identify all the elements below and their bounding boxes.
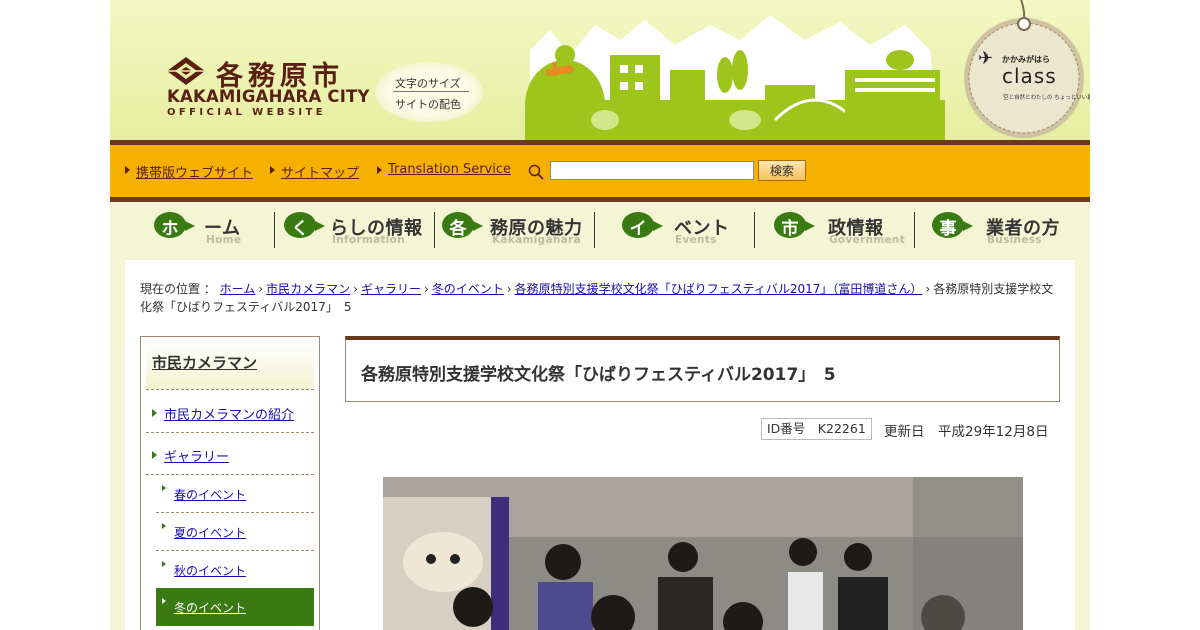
sidebar-title[interactable]: 市民カメラマン: [146, 342, 314, 390]
sidebar-item-introduction[interactable]: 市民カメラマンの紹介: [146, 391, 314, 433]
sidebar-subitem-label: 冬のイベント: [174, 601, 247, 615]
breadcrumb-separator: ›: [506, 282, 512, 296]
sidebar-subitem-spring[interactable]: 春のイベント: [156, 475, 314, 513]
divider: [393, 91, 469, 92]
nav-divider: [274, 212, 275, 248]
sitemap-link[interactable]: サイトマップ: [269, 162, 359, 181]
logo-english: KAKAMIGAHARA CITY: [167, 87, 370, 106]
nav-divider: [594, 212, 595, 248]
nav-label-en: Kakamigahara: [492, 234, 581, 246]
page-id-badge: ID番号 K22261: [761, 418, 872, 440]
breadcrumb-separator: ›: [925, 282, 931, 296]
logo-subtitle: OFFICIAL WEBSITE: [167, 107, 326, 118]
page-title-box: 各務原特別支援学校文化祭「ひばりフェスティバル2017」 5: [345, 336, 1060, 402]
breadcrumb-link-festival[interactable]: 各務原特別支援学校文化祭「ひばりフェスティバル2017」（富田博道さん）: [515, 282, 923, 296]
breadcrumb-link-citizen-photographer[interactable]: 市民カメラマン: [266, 282, 350, 296]
updated-date: 更新日 平成29年12月8日: [884, 424, 1049, 440]
nav-divider: [914, 212, 915, 248]
airplane-icon: ✈: [978, 48, 994, 69]
nav-divider: [754, 212, 755, 248]
utility-bar: 携帯版ウェブサイト サイトマップ Translation Service 検索: [110, 140, 1090, 202]
nav-label-en: Business: [987, 234, 1042, 246]
nav-label-en: Government: [829, 234, 906, 246]
sidebar-subitem-label: 秋のイベント: [174, 564, 247, 578]
sidebar-subitem-winter[interactable]: 冬のイベント: [156, 588, 314, 626]
nav-label-en: Information: [332, 234, 405, 246]
breadcrumb-separator: ›: [258, 282, 264, 296]
nav-badge-text: く: [291, 219, 309, 239]
sidebar-item-label: ギャラリー: [164, 450, 230, 465]
nav-badge-text: イ: [629, 219, 647, 239]
nav-government[interactable]: 市 政情報 Government: [774, 210, 934, 250]
page-meta: ID番号 K22261 更新日 平成29年12月8日: [761, 418, 1051, 440]
translation-service-link[interactable]: Translation Service: [376, 162, 511, 177]
font-size-color-button[interactable]: 文字のサイズ サイトの配色: [375, 62, 483, 122]
site-header: 各務原市 KAKAMIGAHARA CITY OFFICIAL WEBSITE …: [110, 0, 1090, 140]
search-input[interactable]: [550, 161, 754, 180]
sidebar-subitem-label: 春のイベント: [174, 488, 247, 502]
nav-badge-text: 事: [939, 219, 957, 239]
site-logo[interactable]: 各務原市 KAKAMIGAHARA CITY OFFICIAL WEBSITE: [166, 54, 369, 124]
sidebar-title-label: 市民カメラマン: [152, 354, 258, 372]
sidebar-subitem-summer[interactable]: 夏のイベント: [156, 513, 314, 551]
main-nav: ホ ーム Home く らしの情報 Information 各 務原の魅力 Ka…: [110, 202, 1090, 260]
sidebar-item-gallery[interactable]: ギャラリー: [146, 433, 314, 475]
nav-information[interactable]: く らしの情報 Information: [284, 210, 444, 250]
nav-label-en: Home: [206, 234, 242, 246]
breadcrumb-link-gallery[interactable]: ギャラリー: [361, 282, 421, 296]
nav-badge-text: ホ: [161, 219, 179, 239]
city-emblem-icon: [167, 57, 205, 85]
nav-label-en: Events: [675, 234, 717, 246]
breadcrumb-separator: ›: [353, 282, 358, 296]
sidebar-item-label: 市民カメラマンの紹介: [164, 408, 295, 423]
nav-divider: [434, 212, 435, 248]
breadcrumb: 現在の位置 ： ホーム › 市民カメラマン › ギャラリー › 冬のイベント › 各務原特別支援…: [140, 280, 1060, 316]
sidebar-subitem-label: 夏のイベント: [174, 526, 247, 540]
content-area: 現在の位置 ： ホーム › 市民カメラマン › ギャラリー › 冬のイベント › 各務原特別支援…: [125, 260, 1075, 630]
nav-badge-text: 市: [781, 219, 799, 239]
search-icon: [528, 164, 544, 180]
breadcrumb-link-home[interactable]: ホーム: [220, 282, 256, 296]
page-title: 各務原特別支援学校文化祭「ひばりフェスティバル2017」 5: [361, 365, 836, 385]
town-illustration: [525, 15, 945, 140]
breadcrumb-link-winter-events[interactable]: 冬のイベント: [432, 282, 504, 296]
search-button[interactable]: 検索: [758, 160, 806, 181]
tag-label-class: class: [1002, 64, 1057, 88]
sidebar: 市民カメラマン 市民カメラマンの紹介 ギャラリー 春のイベント 夏のイベント 秋…: [140, 336, 320, 630]
festival-photo: [383, 477, 1023, 630]
page: 各務原市 KAKAMIGAHARA CITY OFFICIAL WEBSITE …: [110, 0, 1090, 630]
tag-tagline: 空と自然とわたしの ちょっといい暮らし: [1003, 95, 1090, 101]
font-size-label: 文字のサイズ: [395, 77, 461, 90]
breadcrumb-prefix: 現在の位置 ：: [140, 282, 216, 296]
mobile-site-link[interactable]: 携帯版ウェブサイト: [124, 162, 253, 181]
sidebar-subitem-autumn[interactable]: 秋のイベント: [156, 551, 314, 589]
nav-events[interactable]: イ ベント Events: [622, 210, 782, 250]
nav-kakamigahara[interactable]: 各 務原の魅力 Kakamigahara: [442, 210, 602, 250]
breadcrumb-separator: ›: [423, 282, 429, 296]
nav-badge-text: 各: [449, 219, 467, 239]
color-label: サイトの配色: [395, 98, 461, 111]
nav-business[interactable]: 事 業者の方 Business: [932, 210, 1090, 250]
